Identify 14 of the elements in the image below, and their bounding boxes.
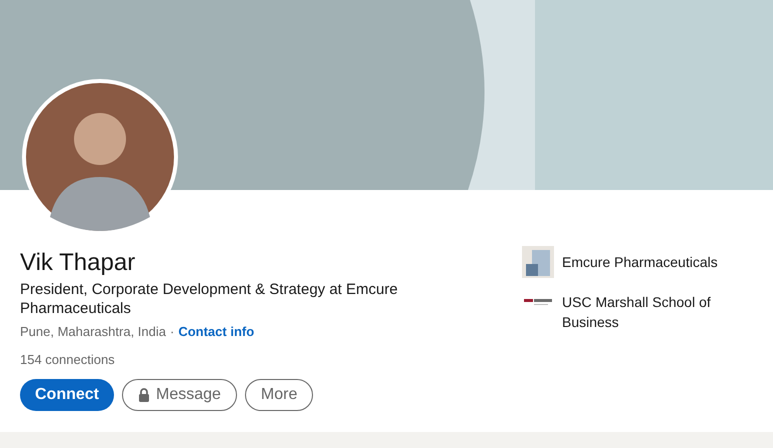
affiliation-link[interactable]: USC Marshall School of Business xyxy=(562,286,737,332)
connections-count: 154 connections xyxy=(20,351,116,369)
profile-location: Pune, Maharashtra, India xyxy=(20,323,166,341)
school-logo-icon xyxy=(524,299,552,305)
contact-info-link[interactable]: Contact info xyxy=(178,322,254,342)
lock-icon xyxy=(138,388,150,402)
separator-dot: · xyxy=(170,323,174,341)
company-logo-icon xyxy=(522,246,554,278)
action-button[interactable]: More xyxy=(244,379,314,411)
action-button[interactable]: Connect xyxy=(20,379,114,411)
action-button[interactable]: Message xyxy=(122,379,237,411)
affiliation-link[interactable]: Emcure Pharmaceuticals xyxy=(562,246,737,272)
profile-name: Vik Thapar xyxy=(20,248,136,278)
profile-headline: President, Corporate Development & Strategy at Emcure Pharmaceuticals xyxy=(20,280,399,318)
